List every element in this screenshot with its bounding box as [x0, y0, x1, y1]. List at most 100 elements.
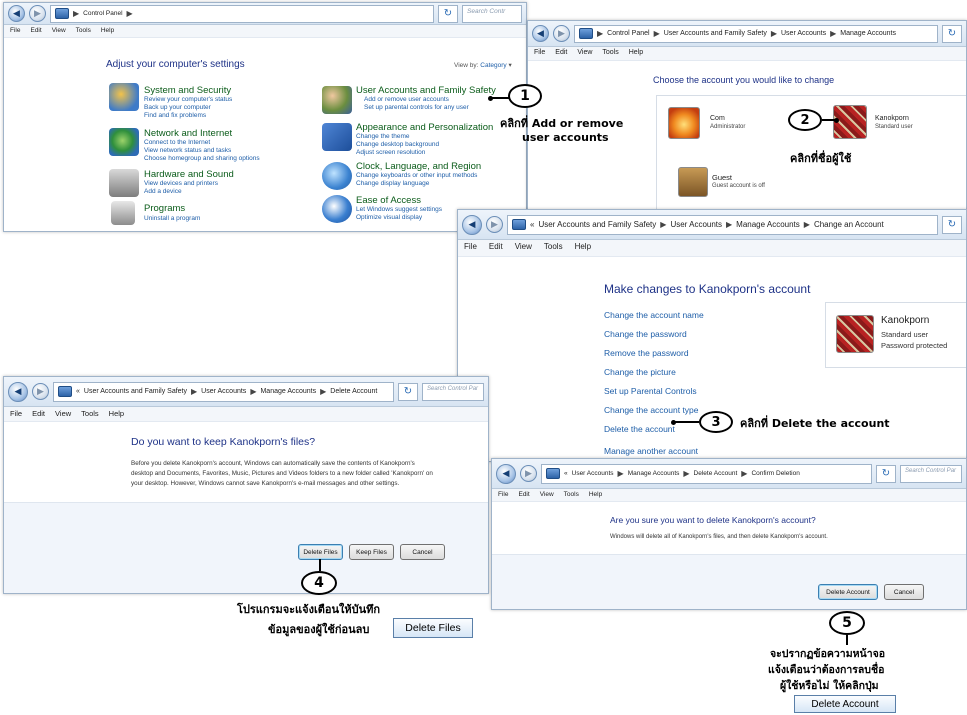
breadcrumb-item[interactable]: User Accounts — [572, 470, 614, 477]
forward-arrow-icon[interactable]: ▶ — [520, 465, 537, 482]
view-by[interactable]: View by: Category ▾ — [454, 61, 512, 69]
menu-tools[interactable]: Tools — [81, 409, 99, 419]
menu-view[interactable]: View — [515, 242, 532, 254]
menu-tools[interactable]: Tools — [602, 49, 618, 58]
category-title[interactable]: Appearance and Personalization — [356, 122, 493, 133]
account-tile-com[interactable]: Com Administrator — [668, 101, 788, 145]
back-arrow-icon[interactable]: ◀ — [496, 463, 516, 484]
category-link[interactable]: Adjust screen resolution — [356, 149, 425, 156]
view-by-value[interactable]: Category — [480, 62, 506, 69]
category-title[interactable]: Ease of Access — [356, 195, 421, 206]
menu-file[interactable]: File — [10, 27, 20, 35]
menu-help[interactable]: Help — [629, 49, 643, 58]
menu-file[interactable]: File — [10, 409, 22, 419]
forward-arrow-icon[interactable]: ▶ — [32, 383, 49, 400]
category-link[interactable]: Change desktop background — [356, 141, 439, 148]
category-link[interactable]: View devices and printers — [144, 180, 218, 187]
menu-view[interactable]: View — [540, 491, 554, 499]
breadcrumb-item[interactable]: Delete Account — [694, 470, 738, 477]
category-title[interactable]: Network and Internet — [144, 128, 232, 139]
category-link[interactable]: Connect to the Internet — [144, 139, 210, 146]
menu-tools[interactable]: Tools — [544, 242, 563, 254]
menu-help[interactable]: Help — [575, 242, 591, 254]
refresh-icon[interactable]: ↻ — [942, 215, 962, 234]
category-title[interactable]: Programs — [144, 203, 185, 214]
category-title[interactable]: Hardware and Sound — [144, 169, 234, 180]
breadcrumb-item[interactable]: User Accounts — [670, 220, 722, 229]
category-link[interactable]: Set up parental controls for any user — [364, 104, 469, 111]
breadcrumb-item[interactable]: Control Panel — [607, 30, 649, 37]
delete-account-button[interactable]: Delete Account — [818, 584, 878, 600]
menu-view[interactable]: View — [577, 49, 592, 58]
forward-arrow-icon[interactable]: ▶ — [29, 5, 46, 22]
menu-tools[interactable]: Tools — [564, 491, 579, 499]
breadcrumb[interactable]: « User Accounts ▶ Manage Accounts ▶ Dele… — [541, 463, 872, 484]
category-link[interactable]: Back up your computer — [144, 104, 211, 111]
breadcrumb-item[interactable]: Manage Accounts — [840, 30, 896, 37]
back-arrow-icon[interactable]: ◀ — [462, 214, 482, 235]
manage-another-account-link[interactable]: Manage another account — [604, 446, 698, 456]
breadcrumb[interactable]: « User Accounts and Family Safety ▶ User… — [507, 214, 938, 235]
breadcrumb-item[interactable]: User Accounts — [781, 30, 826, 37]
breadcrumb-item[interactable]: Confirm Deletion — [751, 470, 799, 477]
menu-tools[interactable]: Tools — [76, 27, 91, 35]
menu-file[interactable]: File — [498, 491, 508, 499]
category-link[interactable]: Change the theme — [356, 133, 409, 140]
breadcrumb-item[interactable]: Manage Accounts — [628, 470, 680, 477]
change-account-name-link[interactable]: Change the account name — [604, 310, 704, 320]
category-link[interactable]: Choose homegroup and sharing options — [144, 155, 260, 162]
add-remove-user-accounts-link[interactable]: Add or remove user accounts — [364, 96, 449, 103]
category-link[interactable]: Change display language — [356, 180, 429, 187]
search-input[interactable]: Search Control Par — [900, 464, 962, 483]
menu-view[interactable]: View — [52, 27, 66, 35]
menu-edit[interactable]: Edit — [30, 27, 41, 35]
category-link[interactable]: Change keyboards or other input methods — [356, 172, 477, 179]
breadcrumb-item[interactable]: Change an Account — [814, 220, 884, 229]
remove-password-link[interactable]: Remove the password — [604, 348, 689, 358]
breadcrumb[interactable]: « User Accounts and Family Safety ▶ User… — [53, 381, 394, 402]
breadcrumb[interactable]: ▶ Control Panel ▶ User Accounts and Fami… — [574, 24, 938, 43]
back-arrow-icon[interactable]: ◀ — [532, 25, 549, 42]
category-title[interactable]: User Accounts and Family Safety — [356, 85, 496, 96]
refresh-icon[interactable]: ↻ — [438, 4, 458, 23]
back-arrow-icon[interactable]: ◀ — [8, 381, 28, 402]
category-title[interactable]: System and Security — [144, 85, 231, 96]
menu-help[interactable]: Help — [109, 409, 124, 419]
refresh-icon[interactable]: ↻ — [876, 464, 896, 483]
change-account-type-link[interactable]: Change the account type — [604, 405, 699, 415]
category-title[interactable]: Clock, Language, and Region — [356, 161, 481, 172]
category-link[interactable]: Find and fix problems — [144, 112, 206, 119]
breadcrumb-item[interactable]: User Accounts — [201, 388, 246, 395]
delete-files-button[interactable]: Delete Files — [298, 544, 343, 560]
category-link[interactable]: View network status and tasks — [144, 147, 231, 154]
search-input[interactable]: Search Contr — [462, 4, 522, 23]
forward-arrow-icon[interactable]: ▶ — [486, 216, 503, 233]
menu-edit[interactable]: Edit — [489, 242, 503, 254]
menu-edit[interactable]: Edit — [555, 49, 567, 58]
breadcrumb-item[interactable]: Control Panel — [83, 10, 122, 17]
menu-file[interactable]: File — [464, 242, 477, 254]
menu-file[interactable]: File — [534, 49, 545, 58]
breadcrumb[interactable]: ▶ Control Panel ▶ — [50, 4, 434, 23]
keep-files-button[interactable]: Keep Files — [349, 544, 394, 560]
breadcrumb-item[interactable]: Manage Accounts — [736, 220, 800, 229]
breadcrumb-item[interactable]: Manage Accounts — [260, 388, 316, 395]
category-link[interactable]: Review your computer's status — [144, 96, 232, 103]
back-arrow-icon[interactable]: ◀ — [8, 5, 25, 22]
refresh-icon[interactable]: ↻ — [398, 382, 418, 401]
cancel-button[interactable]: Cancel — [884, 584, 924, 600]
category-link[interactable]: Add a device — [144, 188, 182, 195]
parental-controls-link[interactable]: Set up Parental Controls — [604, 386, 697, 396]
category-link[interactable]: Optimize visual display — [356, 214, 422, 221]
forward-arrow-icon[interactable]: ▶ — [553, 25, 570, 42]
breadcrumb-item[interactable]: Delete Account — [330, 388, 377, 395]
account-tile-guest[interactable]: Guest Guest account is off — [678, 165, 818, 205]
menu-view[interactable]: View — [55, 409, 71, 419]
change-password-link[interactable]: Change the password — [604, 329, 687, 339]
delete-account-link[interactable]: Delete the account — [604, 424, 675, 434]
breadcrumb-item[interactable]: User Accounts and Family Safety — [538, 220, 656, 229]
breadcrumb-item[interactable]: User Accounts and Family Safety — [84, 388, 187, 395]
breadcrumb-item[interactable]: User Accounts and Family Safety — [664, 30, 767, 37]
cancel-button[interactable]: Cancel — [400, 544, 445, 560]
refresh-icon[interactable]: ↻ — [942, 24, 962, 43]
